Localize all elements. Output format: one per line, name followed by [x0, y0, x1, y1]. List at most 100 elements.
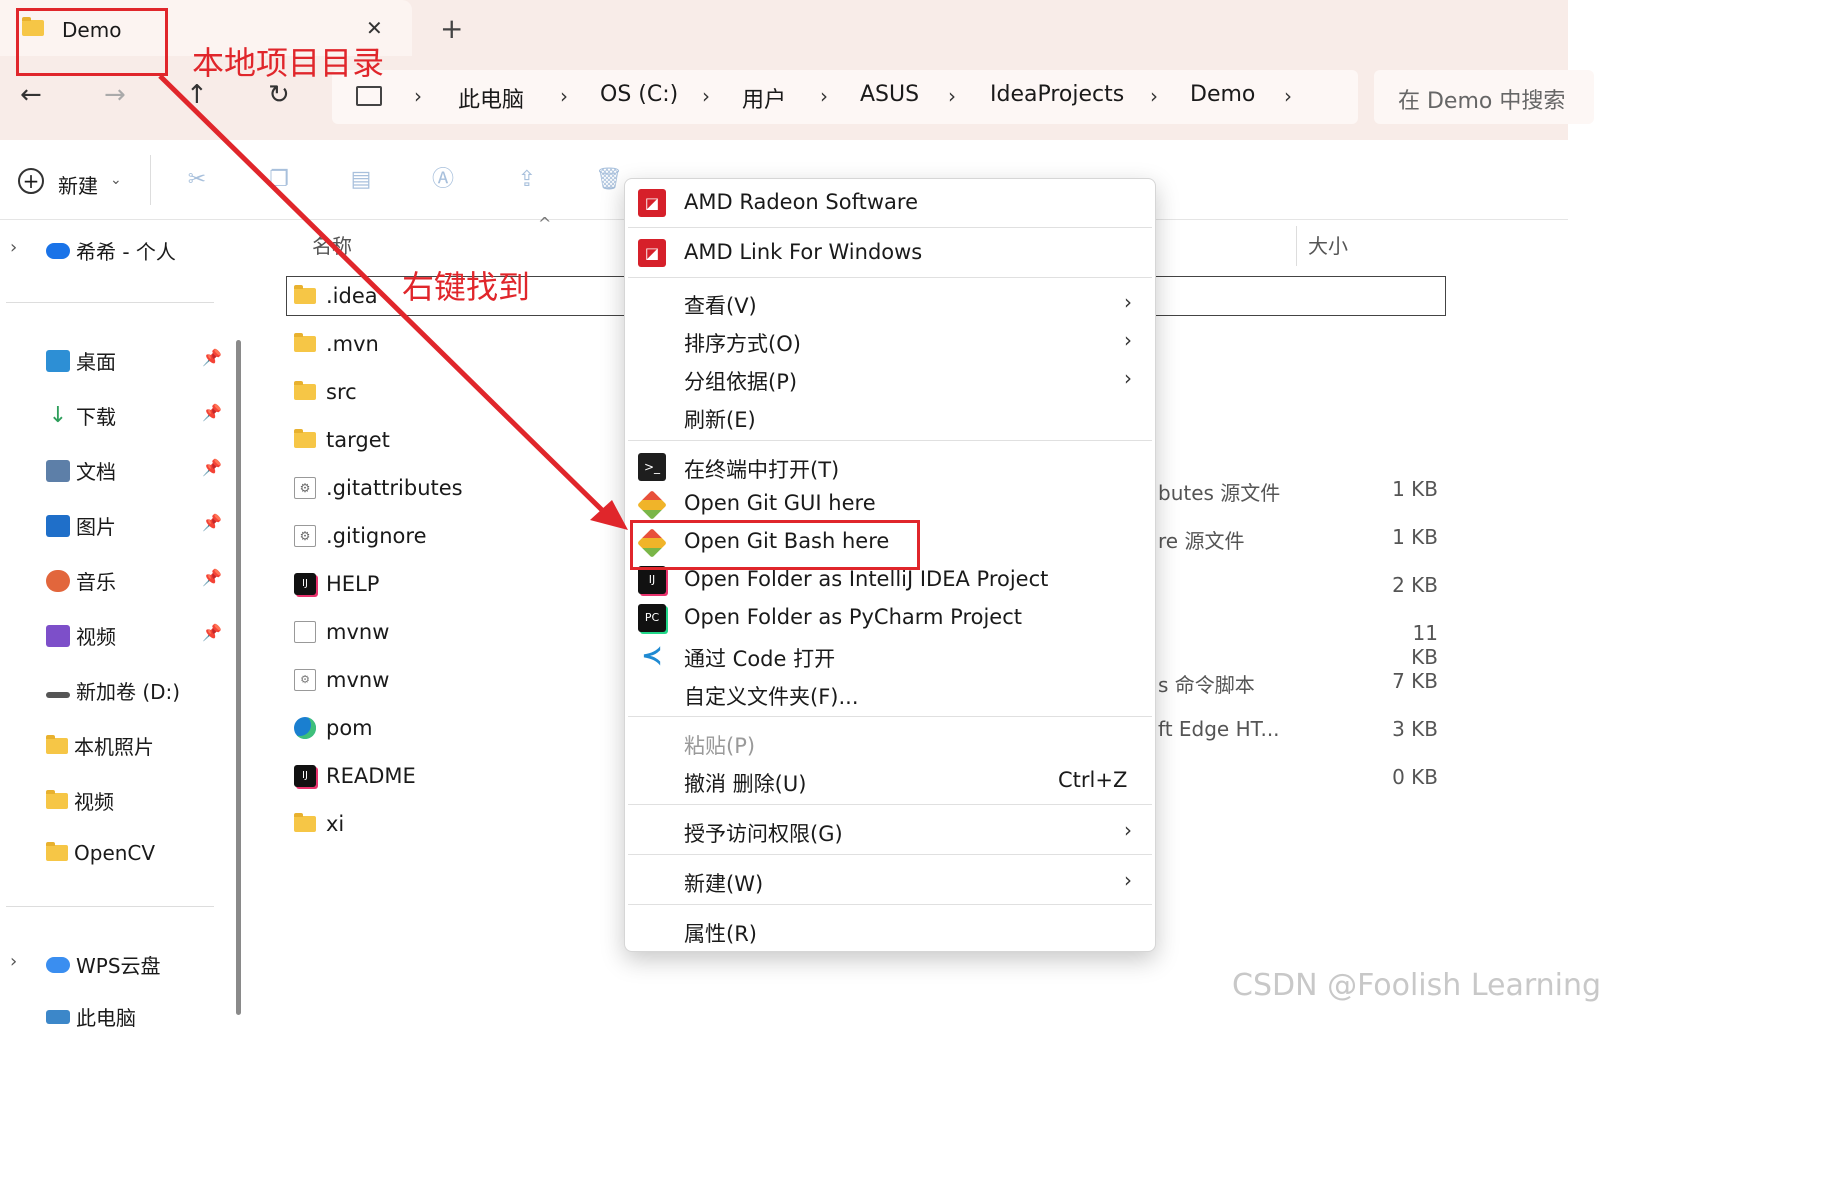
breadcrumb-item[interactable]: IdeaProjects	[990, 82, 1124, 107]
breadcrumb-chevron-icon: ›	[1284, 84, 1292, 108]
sidebar-item-thispc[interactable]: 此电脑	[46, 1002, 136, 1031]
pin-icon[interactable]: 📌	[202, 623, 222, 642]
breadcrumb-item[interactable]: ASUS	[860, 82, 919, 107]
cut-icon[interactable]: ✂	[182, 165, 212, 195]
breadcrumb-item[interactable]: 用户	[742, 82, 786, 114]
rename-icon[interactable]: Ⓐ	[428, 165, 458, 195]
file-name: .gitattributes	[326, 476, 463, 500]
pin-icon[interactable]: 📌	[202, 348, 222, 367]
table-row[interactable]: pom	[294, 716, 373, 740]
file-size: 3 KB	[1392, 717, 1438, 741]
sidebar-item-drive-d[interactable]: 新加卷 (D:)	[46, 676, 180, 705]
menu-item-amd-radeon[interactable]: AMD Radeon Software	[684, 190, 918, 214]
sidebar-item-music[interactable]: 音乐	[46, 566, 116, 595]
music-icon	[46, 569, 70, 592]
drive-icon	[46, 691, 70, 698]
intellij-icon: IJ	[294, 765, 316, 787]
menu-separator	[628, 854, 1152, 855]
menu-item-refresh[interactable]: 刷新(E)	[684, 404, 756, 434]
file-type: ft Edge HT...	[1158, 717, 1280, 741]
menu-item-git-gui[interactable]: Open Git GUI here	[684, 491, 876, 515]
menu-item-sort[interactable]: 排序方式(O)	[684, 328, 801, 358]
menu-item-access[interactable]: 授予访问权限(G)	[684, 818, 843, 848]
file-name: README	[326, 764, 416, 788]
close-tab-icon[interactable]: ✕	[366, 16, 383, 40]
menu-item-vscode[interactable]: 通过 Code 打开	[684, 643, 835, 673]
menu-item-terminal[interactable]: 在终端中打开(T)	[684, 454, 839, 484]
column-header-size[interactable]: 大小	[1308, 230, 1348, 259]
pin-icon[interactable]: 📌	[202, 458, 222, 477]
sidebar-item-photos[interactable]: 本机照片	[46, 731, 154, 760]
submenu-chevron-icon: ›	[1124, 868, 1132, 892]
amd-icon: ◪	[638, 189, 666, 217]
table-row[interactable]: ⚙ mvnw	[294, 668, 389, 692]
back-button[interactable]: ←	[20, 80, 42, 110]
file-type: re 源文件	[1158, 529, 1245, 553]
sidebar-item-wps[interactable]: WPS云盘	[46, 950, 161, 979]
file-size: 1 KB	[1392, 525, 1438, 549]
table-row[interactable]: xi	[294, 812, 344, 836]
sidebar-item-videos[interactable]: 视频	[46, 621, 116, 650]
pin-icon[interactable]: 📌	[202, 403, 222, 422]
sidebar-item-documents[interactable]: 文档	[46, 456, 116, 485]
file-name: target	[326, 428, 390, 452]
search-input[interactable]: 在 Demo 中搜索	[1374, 70, 1594, 124]
table-row[interactable]: ⚙ .gitignore	[294, 524, 427, 548]
breadcrumb-item[interactable]: OS (C:)	[600, 82, 678, 107]
menu-item-properties[interactable]: 属性(R)	[684, 918, 757, 948]
sidebar-item-cloud[interactable]: 希希 - 个人	[46, 236, 176, 265]
pin-icon[interactable]: 📌	[202, 568, 222, 587]
refresh-button[interactable]: ↻	[268, 80, 290, 110]
file-type: s 命令脚本	[1158, 673, 1255, 697]
sidebar-item-downloads[interactable]: ↓ 下载	[46, 401, 116, 430]
menu-item-new[interactable]: 新建(W)	[684, 868, 763, 898]
breadcrumb-chevron-icon: ›	[702, 84, 710, 108]
table-row[interactable]: ⚙ .gitattributes	[294, 476, 463, 500]
new-button[interactable]: 新建	[58, 170, 98, 199]
navigation-pane	[0, 220, 240, 1015]
menu-item-customize[interactable]: 自定义文件夹(F)...	[684, 681, 859, 711]
table-row[interactable]: mvnw	[294, 620, 389, 644]
menu-item-group[interactable]: 分组依据(P)	[684, 366, 797, 396]
table-row[interactable]: src	[294, 380, 357, 404]
expand-chevron-icon[interactable]: ›	[10, 237, 17, 258]
sidebar-scrollbar[interactable]	[236, 340, 241, 1015]
file-size: 1 KB	[1392, 477, 1438, 501]
monitor-icon	[46, 1009, 70, 1024]
column-header-name[interactable]: 名称	[312, 230, 352, 259]
edge-icon	[294, 717, 316, 739]
breadcrumb-item[interactable]: Demo	[1190, 82, 1255, 107]
menu-item-pycharm[interactable]: Open Folder as PyCharm Project	[684, 605, 1022, 629]
sidebar-item-pictures[interactable]: 图片	[46, 511, 116, 540]
table-row[interactable]: IJ README	[294, 764, 416, 788]
paste-icon[interactable]: ▤	[346, 165, 376, 195]
folder-icon	[46, 842, 68, 861]
up-button[interactable]: ↑	[186, 80, 208, 110]
new-tab-button[interactable]: +	[440, 12, 463, 45]
copy-icon[interactable]: ❐	[264, 165, 294, 195]
share-icon[interactable]: ⇪	[512, 165, 542, 195]
video-icon	[46, 624, 70, 647]
delete-icon[interactable]: 🗑	[594, 165, 624, 195]
table-row[interactable]: .mvn	[294, 332, 379, 356]
menu-item-paste[interactable]: 粘贴(P)	[684, 730, 755, 760]
breadcrumb-item[interactable]: 此电脑	[458, 82, 524, 114]
intellij-icon: IJ	[638, 566, 666, 594]
menu-item-undo[interactable]: 撤消 删除(U)	[684, 768, 806, 798]
sidebar-item-opencv[interactable]: OpenCV	[46, 841, 155, 865]
menu-item-intellij[interactable]: Open Folder as IntelliJ IDEA Project	[684, 567, 1048, 591]
pycharm-icon: PC	[638, 604, 666, 632]
sidebar-item-desktop[interactable]: 桌面	[46, 346, 116, 375]
sidebar-item-video-folder[interactable]: 视频	[46, 786, 114, 815]
amd-icon: ◪	[638, 239, 666, 267]
pin-icon[interactable]: 📌	[202, 513, 222, 532]
expand-chevron-icon[interactable]: ›	[10, 951, 17, 972]
monitor-icon	[356, 86, 382, 106]
table-row[interactable]: .idea	[294, 284, 378, 308]
table-row[interactable]: IJ HELP	[294, 572, 379, 596]
menu-item-view[interactable]: 查看(V)	[684, 290, 757, 320]
table-row[interactable]: target	[294, 428, 390, 452]
column-divider[interactable]	[1296, 226, 1297, 266]
forward-button[interactable]: →	[104, 80, 126, 110]
menu-item-amd-link[interactable]: AMD Link For Windows	[684, 240, 922, 264]
